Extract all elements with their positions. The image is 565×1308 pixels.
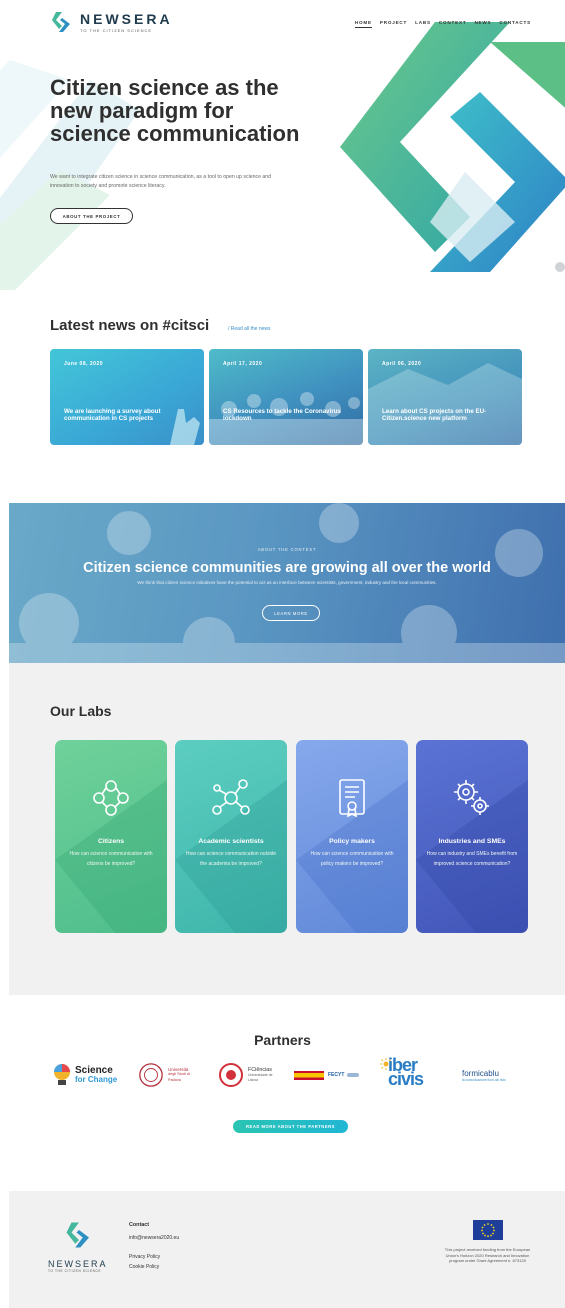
hero-title: Citizen science as the new paradigm for … — [50, 75, 300, 146]
lab-card-citizens[interactable]: Citizens How can science communication w… — [55, 740, 167, 933]
people-network-icon — [93, 780, 129, 816]
partner-logo-line: degli Studi di Padova — [168, 1072, 190, 1082]
read-all-news-link[interactable]: / Read all the news — [228, 326, 271, 332]
fecyt-ribbon-icon — [347, 1073, 360, 1077]
partner-logo-padova[interactable]: Università degli Studi di Padova — [138, 1060, 202, 1090]
context-kicker: ABOUT THE CONTEXT — [257, 547, 317, 552]
news-card-date: June 08, 2020 — [64, 361, 104, 367]
about-project-button[interactable]: ABOUT THE PROJECT — [50, 208, 133, 224]
logo-tagline: TO THE CITIZEN SCIENCE — [80, 28, 153, 33]
lab-card-policy-makers[interactable]: Policy makers How can science communicat… — [296, 740, 408, 933]
news-card-headline: CS Resources to tackle the Coronavirus l… — [223, 408, 341, 422]
news-card-headline: Learn about CS projects on the EU-Citize… — [382, 408, 487, 422]
lab-card-description: How can science communication with polic… — [310, 851, 394, 867]
lab-card-description: How can industry and SMEs benefit from i… — [426, 851, 518, 867]
partners-section-title: Partners — [254, 1032, 311, 1048]
site-logo[interactable]: NEWSERA TO THE CITIZEN SCIENCE — [50, 10, 173, 34]
partner-logo-line: formicablu — [462, 1068, 499, 1078]
lab-card-description: How can science communication outside th… — [185, 851, 277, 867]
context-title: Citizen science communities are growing … — [83, 560, 491, 576]
lightbulb-icon — [54, 1064, 70, 1085]
news-card[interactable]: June 08, 2020 We are launching a survey … — [50, 349, 204, 445]
lab-card-title: Citizens — [97, 838, 125, 845]
cookie-policy-link[interactable]: Cookie Policy — [129, 1264, 159, 1270]
main-nav: HOME PROJECT LABS CONTEXT NEWS CONTACTS — [354, 20, 531, 28]
eu-stars — [481, 1223, 495, 1238]
news-card-date: April 06, 2020 — [382, 361, 422, 367]
hero-section: NEWSERA TO THE CITIZEN SCIENCE HOME PROJ… — [0, 0, 565, 290]
lab-card-pattern — [55, 780, 167, 933]
molecule-icon — [212, 779, 250, 815]
privacy-policy-link[interactable]: Privacy Policy — [129, 1254, 160, 1260]
lab-card-academic-scientists[interactable]: Academic scientists How can science comm… — [175, 740, 287, 933]
partner-logo-line: FECYT — [328, 1072, 345, 1078]
nav-item-news[interactable]: NEWS — [474, 20, 491, 28]
context-description: We think that citizen science initiative… — [137, 580, 437, 585]
learn-more-button[interactable]: LEARN MORE — [262, 605, 320, 621]
read-more-partners-button[interactable]: READ MORE ABOUT THE PARTNERS — [233, 1120, 348, 1133]
partner-logo-fecyt[interactable]: FECYT — [294, 1060, 368, 1090]
partner-logo-line: Universidade de Lisboa — [248, 1072, 273, 1082]
partner-logo-fciencias[interactable]: FCiências Universidade de Lisboa — [218, 1060, 284, 1090]
partner-logo-science-for-change[interactable]: Science for Change — [52, 1060, 128, 1090]
lab-card-title: Academic scientists — [198, 838, 264, 845]
lab-card-title: Industries and SMEs — [438, 838, 506, 845]
context-banner: ABOUT THE CONTEXT Citizen science commun… — [9, 503, 565, 663]
lab-card-title: Policy makers — [329, 838, 375, 845]
spain-flag-icon — [294, 1070, 324, 1080]
partner-logo-line: for Change — [75, 1075, 118, 1084]
logo-name: NEWSERA — [80, 11, 173, 27]
footer-contact-heading: Contact — [129, 1222, 150, 1228]
footer-email-link[interactable]: info@newsera2020.eu — [129, 1235, 179, 1241]
university-seal-icon — [139, 1063, 163, 1087]
lab-card-industries-smes[interactable]: Industries and SMEs How can industry and… — [416, 740, 528, 933]
footer-funding-note: This project received funding from the E… — [444, 1247, 531, 1264]
lab-card-pattern — [296, 780, 408, 933]
partner-logo-line: Science — [75, 1065, 113, 1076]
lab-card-pattern — [416, 780, 528, 933]
nav-item-project[interactable]: PROJECT — [380, 20, 407, 28]
news-card[interactable]: April 06, 2020 Learn about CS projects o… — [368, 349, 522, 445]
news-section-title: Latest news on #citsci — [50, 317, 210, 334]
nav-item-contacts[interactable]: CONTACTS — [499, 20, 531, 28]
footer-logo-name: NEWSERA — [48, 1259, 108, 1269]
gears-icon — [454, 780, 489, 815]
logo-mark-icon — [66, 1222, 89, 1248]
nav-item-home[interactable]: HOME — [354, 20, 372, 28]
footer-logo[interactable]: NEWSERA TO THE CITIZEN SCIENCE — [48, 1220, 108, 1273]
partner-logo-formicablu[interactable]: formicablu la comunicazione fuori dal ni… — [462, 1060, 532, 1090]
eu-flag-icon — [473, 1220, 503, 1240]
labs-section-title: Our Labs — [50, 703, 112, 719]
news-card[interactable]: April 17, 2020 CS Resources to tackle th… — [209, 349, 363, 445]
nav-item-context[interactable]: CONTEXT — [439, 20, 467, 28]
partner-logo-ibercivis[interactable]: iber civis — [380, 1056, 444, 1092]
certificate-document-icon — [339, 779, 365, 818]
lab-card-description: How can science communication with citiz… — [69, 851, 153, 867]
hero-description: We want to integrate citizen science in … — [50, 174, 272, 189]
nav-item-labs[interactable]: LABS — [415, 20, 431, 28]
footer-logo-tagline: TO THE CITIZEN SCIENCE — [48, 1269, 102, 1273]
news-card-date: April 17, 2020 — [223, 361, 263, 367]
logo-mark-icon — [52, 12, 70, 32]
fciencias-emblem-icon — [219, 1063, 243, 1087]
news-card-headline: We are launching a survey about communic… — [64, 408, 161, 422]
hero-right-ribbon-graphic — [340, 22, 565, 272]
partner-logo-line: la comunicazione fuori dal nido — [462, 1077, 506, 1082]
scroll-up-button[interactable] — [555, 262, 565, 272]
hero-left-ribbon-graphic — [0, 60, 140, 290]
partner-logo-line: civis — [388, 1069, 424, 1089]
lab-card-pattern — [175, 780, 287, 933]
